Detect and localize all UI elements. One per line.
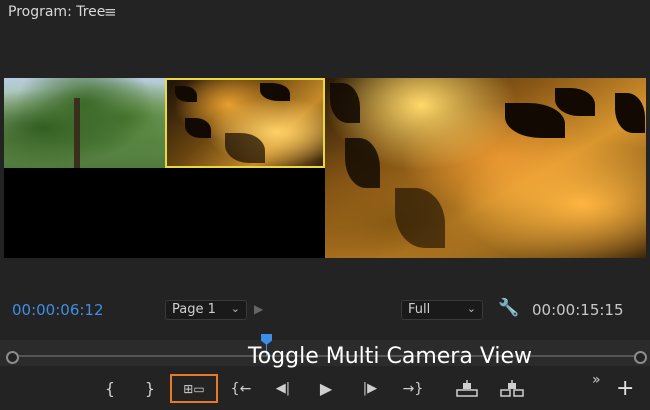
chevron-down-icon: ⌄ — [466, 302, 476, 315]
play-button[interactable]: ▶ — [315, 377, 337, 401]
zoom-handle-left[interactable] — [6, 351, 19, 364]
step-forward-icon: |▶ — [362, 381, 378, 396]
more-controls-icon[interactable]: » — [592, 372, 601, 388]
panel-header: Program: Tree ≡ — [0, 0, 650, 26]
resolution-select-value: Full — [408, 302, 431, 317]
lift-button[interactable] — [455, 380, 479, 398]
go-to-out-icon: →} — [402, 381, 424, 397]
duration-timecode: 00:00:15:15 — [532, 301, 624, 319]
current-timecode[interactable]: 00:00:06:12 — [12, 301, 104, 319]
extract-button[interactable] — [499, 380, 525, 398]
leaf-shape — [555, 88, 595, 116]
add-button-icon[interactable]: + — [616, 378, 634, 400]
go-to-in-icon: {← — [230, 381, 252, 397]
step-back-icon: ◀| — [275, 381, 291, 396]
next-page-icon[interactable]: ▶ — [254, 302, 263, 316]
lift-icon — [456, 380, 478, 397]
leaf-shape — [615, 93, 645, 133]
extract-icon — [500, 380, 524, 397]
chevron-down-icon: ⌄ — [230, 302, 240, 315]
tooltip: Toggle Multi Camera View — [248, 344, 533, 369]
leaf-shape — [395, 188, 445, 248]
page-select[interactable]: Page 1 ⌄ — [165, 300, 247, 320]
panel-title: Program: Tree — [8, 4, 106, 20]
page-select-value: Page 1 — [172, 302, 216, 317]
mark-in-button[interactable]: { — [102, 377, 118, 401]
program-monitor-view[interactable] — [4, 78, 646, 258]
step-forward-button[interactable]: |▶ — [358, 377, 382, 401]
step-back-button[interactable]: ◀| — [271, 377, 295, 401]
toggle-multi-camera-view-button[interactable]: ⊞▭ — [180, 377, 208, 401]
leaf-shape — [330, 83, 360, 123]
mark-out-button[interactable]: } — [142, 377, 158, 401]
hamburger-menu-icon[interactable]: ≡ — [104, 3, 117, 21]
play-icon: ▶ — [319, 379, 333, 398]
mark-in-icon: { — [104, 379, 116, 398]
selected-camera-border — [165, 78, 325, 168]
go-to-out-button[interactable]: →} — [400, 377, 426, 401]
zoom-handle-right[interactable] — [634, 351, 647, 364]
wrench-icon[interactable]: 🔧 — [498, 298, 519, 318]
tree-trunk — [74, 98, 80, 168]
empty-camera-slot — [4, 168, 325, 258]
go-to-in-button[interactable]: {← — [228, 377, 254, 401]
multi-camera-icon: ⊞▭ — [183, 382, 205, 396]
camera-1-preview[interactable] — [4, 78, 165, 168]
leaf-shape — [505, 103, 565, 138]
resolution-select[interactable]: Full ⌄ — [401, 300, 483, 320]
mark-out-icon: } — [144, 379, 156, 398]
program-output-preview — [325, 78, 646, 258]
leaf-shape — [345, 138, 380, 188]
